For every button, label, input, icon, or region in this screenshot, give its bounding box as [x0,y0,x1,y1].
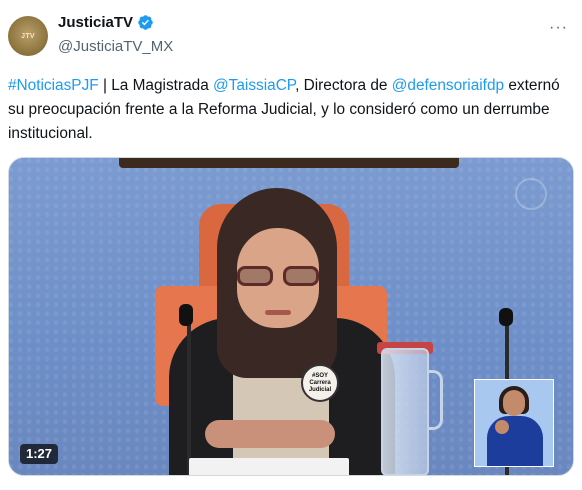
interpreter-hand [495,420,509,434]
verified-badge-icon [138,15,153,30]
sign-language-interpreter-inset [474,379,554,467]
mention-link-taissiacp[interactable]: @TaissiaCP [213,77,295,94]
microphone-stem [187,308,191,475]
author-name-row: JusticiaTV [58,14,154,31]
video-scene-beam [119,158,459,168]
avatar[interactable]: JTV [8,16,48,56]
author-handle[interactable]: @JusticiaTV_MX [58,38,173,55]
tweet-text-segment: | La Magistrada [98,77,214,94]
more-options-icon[interactable]: ··· [549,20,568,36]
speaker-mouth [265,310,291,315]
tweet-text: #NoticiasPJF | La Magistrada @TaissiaCP,… [8,74,574,146]
speaker-pin-badge: #SOY Carrera Judicial [301,364,339,402]
tweet-text-segment: , Directora de [295,77,392,94]
microphone-right-icon [499,308,513,326]
video-duration-badge: 1:27 [20,444,59,464]
microphone-icon [179,304,193,326]
speaker-glasses [237,266,319,288]
mention-link-defensoriaifdp[interactable]: @defensoriaifdp [392,77,504,94]
interpreter-face [503,390,525,416]
video-player[interactable]: #SOY Carrera Judicial [8,157,574,476]
hashtag-link[interactable]: #NoticiasPJF [8,77,99,94]
video-watermark-icon [515,178,547,210]
nameplate [189,458,349,475]
pitcher-handle [427,370,443,430]
water-pitcher [381,348,429,475]
avatar-logo: JTV [21,32,35,40]
speaker-hands [205,420,335,448]
author-display-name[interactable]: JusticiaTV [58,14,133,31]
